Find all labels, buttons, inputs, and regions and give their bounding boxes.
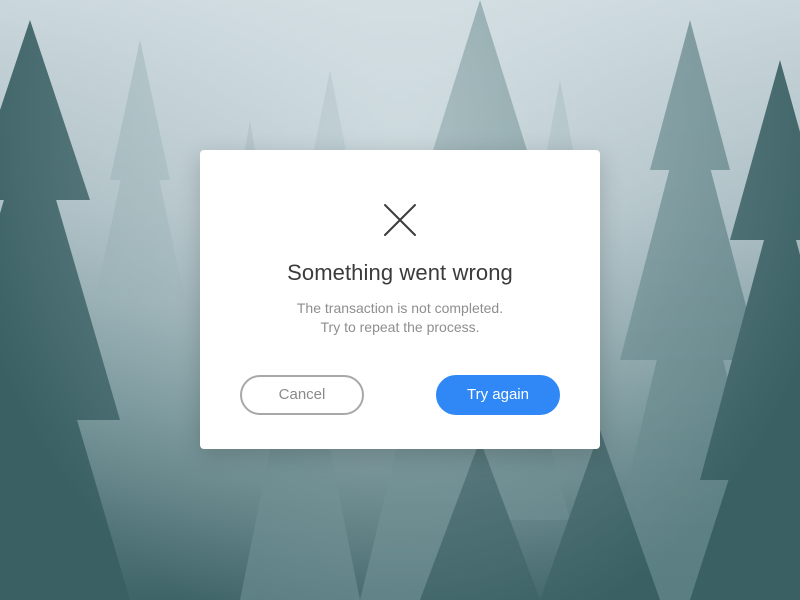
dialog-message-line: Try to repeat the process.: [320, 319, 480, 335]
close-x-icon: [384, 204, 416, 236]
dialog-message: The transaction is not completed. Try to…: [200, 299, 600, 337]
cancel-button[interactable]: Cancel: [240, 375, 364, 415]
dialog-message-line: The transaction is not completed.: [296, 300, 504, 316]
try-again-button[interactable]: Try again: [436, 375, 560, 415]
forest-background: Something went wrong The transaction is …: [0, 0, 800, 600]
error-dialog: Something went wrong The transaction is …: [200, 150, 600, 449]
dialog-title: Something went wrong: [287, 260, 513, 285]
